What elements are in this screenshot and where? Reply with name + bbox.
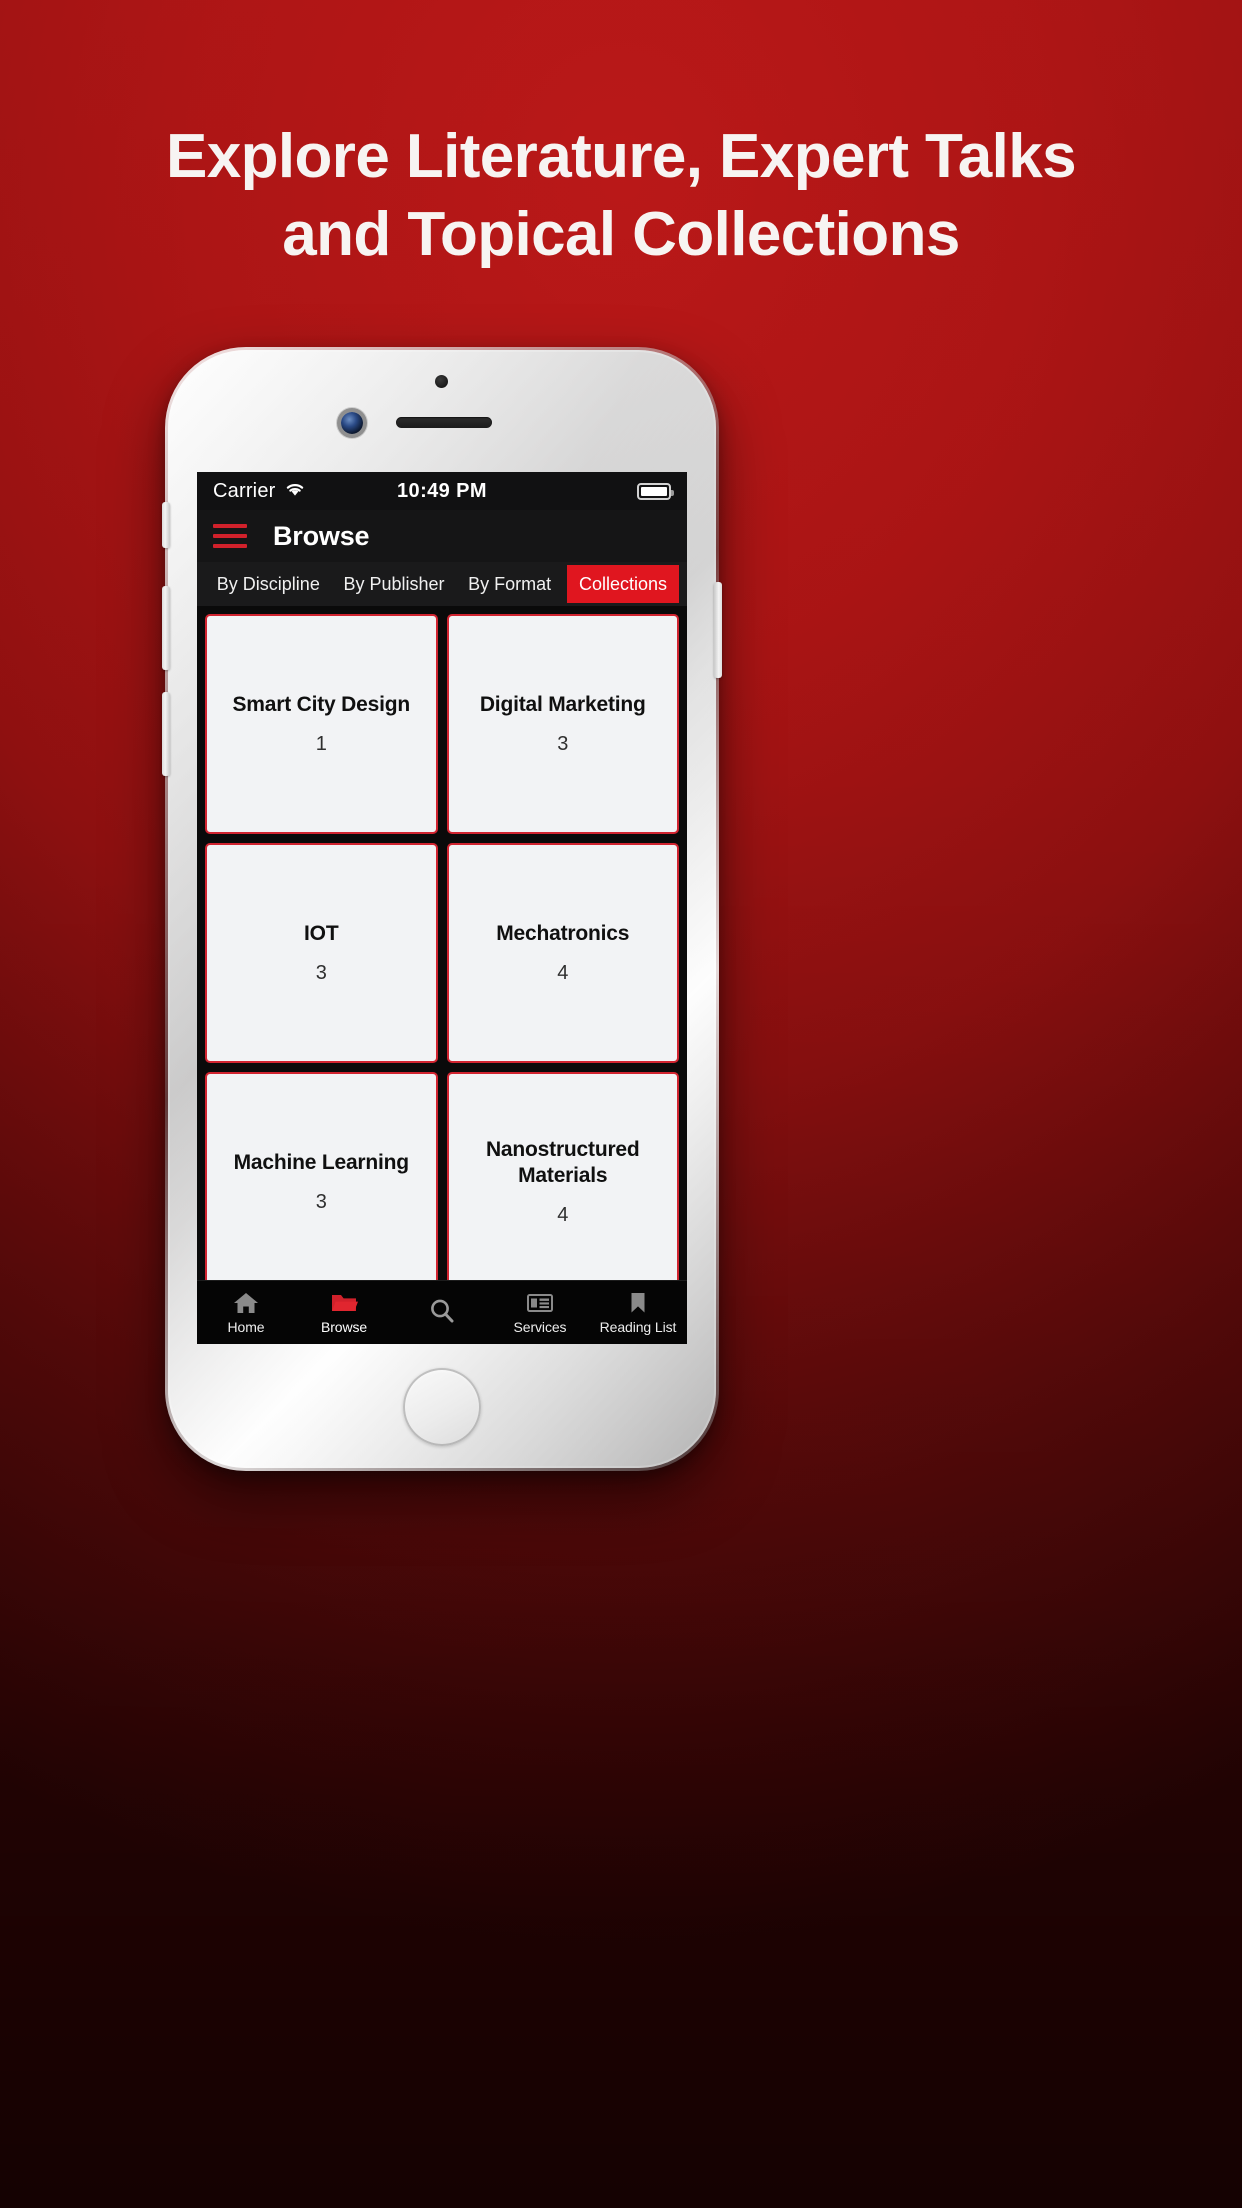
battery-icon: [637, 482, 674, 500]
bottom-tab-home[interactable]: Home: [197, 1290, 295, 1335]
bottom-tab-label: Home: [227, 1319, 265, 1335]
marketing-headline: Explore Literature, Expert Talks and Top…: [0, 118, 1242, 273]
bottom-tab-browse[interactable]: Browse: [295, 1290, 393, 1335]
app-nav-bar: Browse: [197, 510, 687, 562]
collection-title: Nanostructured Materials: [485, 1137, 640, 1187]
phone-screen: Carrier 10:49 PM Browse By Discipline By…: [197, 472, 687, 1344]
collections-scroll-area[interactable]: Smart City Design 1 Digital Marketing 3 …: [197, 606, 687, 1306]
collection-card[interactable]: Mechatronics 4: [446, 843, 679, 1063]
collection-card[interactable]: Nanostructured Materials 4: [446, 1072, 679, 1292]
collection-card[interactable]: Machine Learning 3: [205, 1072, 438, 1292]
collections-grid: Smart City Design 1 Digital Marketing 3 …: [205, 614, 679, 1306]
collection-title: Machine Learning: [233, 1150, 410, 1174]
status-bar-right: [637, 482, 674, 500]
bottom-tab-label: Browse: [320, 1319, 368, 1335]
collection-card[interactable]: Digital Marketing 3: [446, 614, 679, 834]
home-icon: [233, 1290, 259, 1316]
collection-count: 4: [557, 1204, 569, 1227]
collection-count: 4: [557, 962, 569, 985]
collection-count: 1: [315, 733, 327, 756]
bottom-tab-search[interactable]: [393, 1298, 491, 1327]
browse-tab-strip: By Discipline By Publisher By Format Col…: [197, 562, 687, 606]
collection-card[interactable]: Smart City Design 1: [205, 614, 438, 834]
tab-by-discipline[interactable]: By Discipline: [205, 562, 332, 606]
carrier-label: Carrier: [213, 479, 276, 502]
search-icon: [428, 1298, 456, 1324]
collection-card[interactable]: IOT 3: [205, 843, 438, 1063]
power-button[interactable]: [714, 582, 722, 678]
volume-up-button[interactable]: [162, 586, 170, 670]
collection-title: IOT: [304, 921, 339, 945]
volume-down-button[interactable]: [162, 692, 170, 776]
tab-by-publisher[interactable]: By Publisher: [332, 562, 457, 606]
bottom-tab-services[interactable]: Services: [491, 1290, 589, 1335]
silent-switch[interactable]: [162, 502, 170, 548]
headline-line-2: and Topical Collections: [282, 199, 960, 269]
status-bar-left: Carrier: [213, 480, 306, 503]
bottom-tab-label: Services: [513, 1319, 567, 1335]
tab-collections[interactable]: Collections: [566, 565, 679, 603]
newspaper-icon: [526, 1290, 554, 1316]
collection-title: Digital Marketing: [479, 692, 646, 716]
bottom-tab-reading-list[interactable]: Reading List: [589, 1290, 687, 1335]
bookmark-icon: [628, 1290, 648, 1316]
home-button[interactable]: [403, 1368, 481, 1446]
collection-count: 3: [315, 1191, 327, 1214]
collection-count: 3: [315, 962, 327, 985]
collection-count: 3: [557, 733, 569, 756]
hamburger-menu-icon[interactable]: [213, 524, 247, 548]
tab-by-format[interactable]: By Format: [456, 562, 563, 606]
status-bar: Carrier 10:49 PM: [197, 472, 687, 510]
folder-icon: [330, 1290, 358, 1316]
proximity-sensor-icon: [435, 375, 448, 388]
earpiece-speaker: [396, 417, 492, 428]
bottom-tab-label: Reading List: [599, 1319, 677, 1335]
collection-title: Mechatronics: [496, 921, 630, 945]
front-camera-icon: [341, 412, 363, 434]
wifi-icon: [284, 480, 306, 503]
phone-device-frame: Carrier 10:49 PM Browse By Discipline By…: [162, 347, 722, 1471]
collection-title: Smart City Design: [232, 692, 411, 716]
bottom-tab-bar: Home Browse Services Reading List: [197, 1280, 687, 1344]
page-title: Browse: [273, 520, 370, 551]
headline-line-1: Explore Literature, Expert Talks: [166, 122, 1077, 191]
